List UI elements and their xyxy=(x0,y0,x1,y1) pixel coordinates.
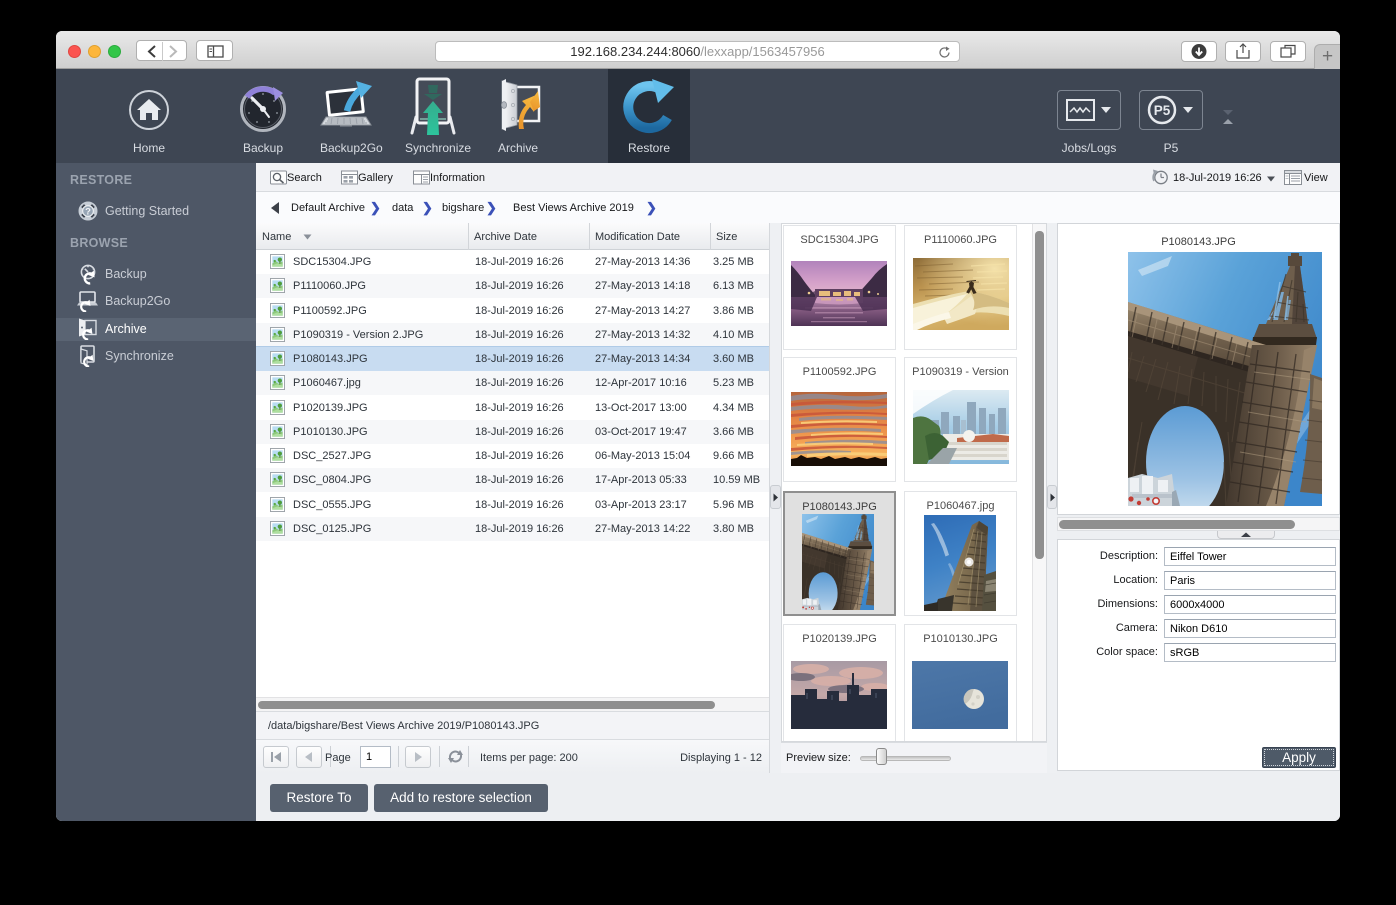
svg-text:?: ? xyxy=(85,207,91,218)
svg-text:P5: P5 xyxy=(1154,103,1171,118)
